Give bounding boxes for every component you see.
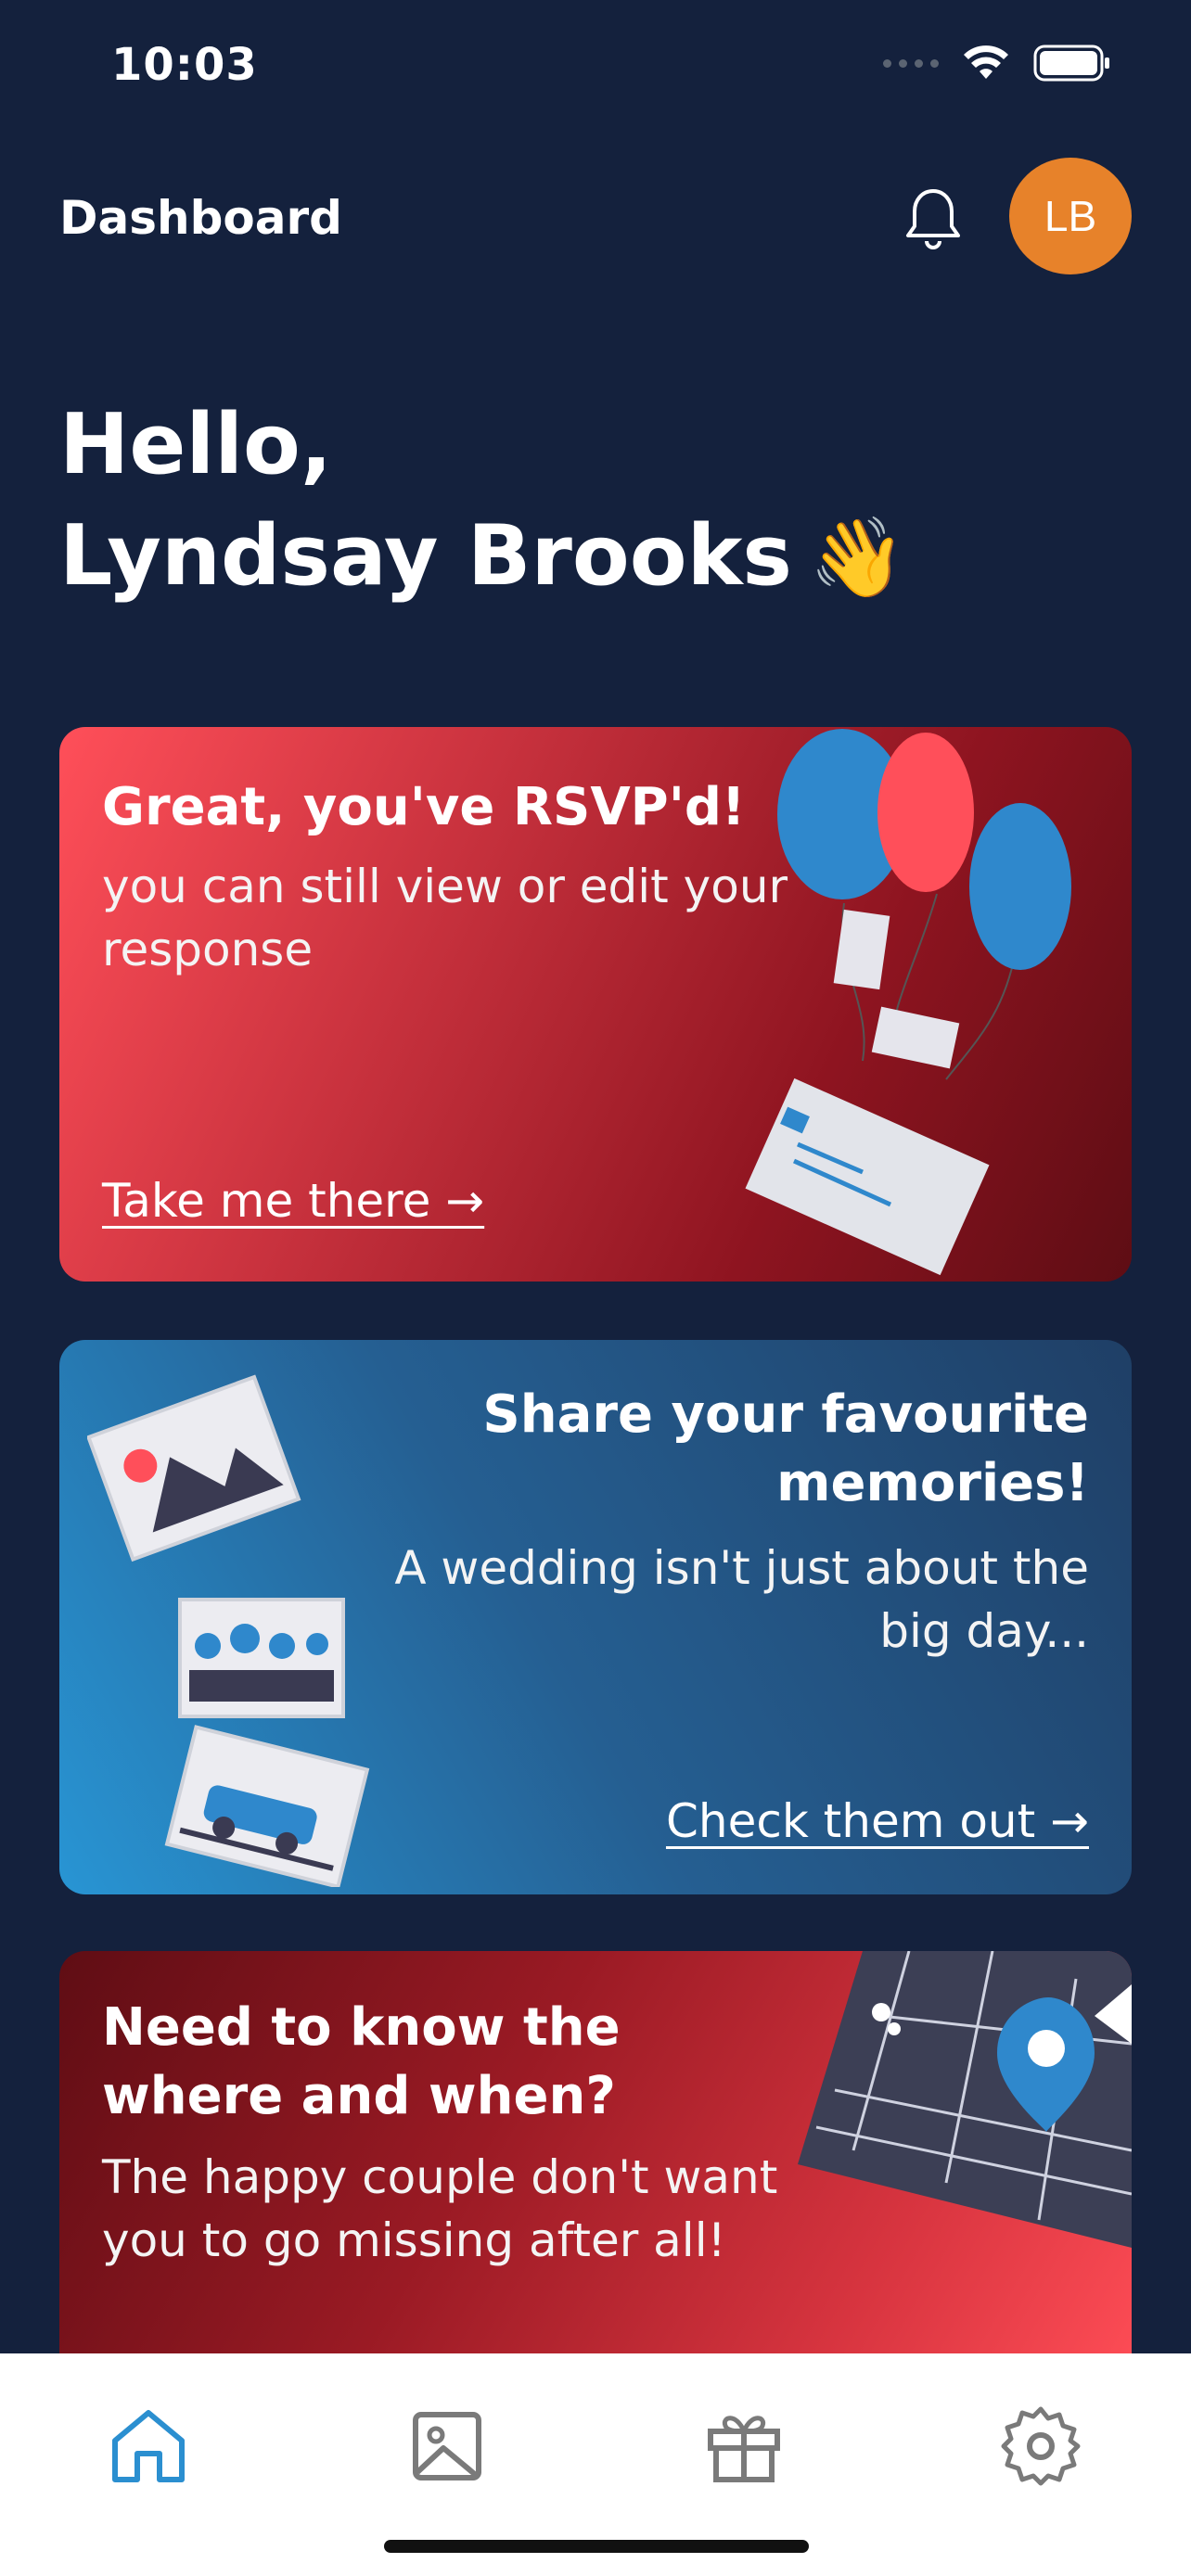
check-them-out-link[interactable]: Check them out → bbox=[666, 1794, 1089, 1848]
status-time: 10:03 bbox=[111, 39, 258, 91]
status-icons bbox=[883, 45, 1111, 82]
map-illustration bbox=[798, 1951, 1132, 2248]
image-icon[interactable] bbox=[403, 2402, 492, 2491]
rsvp-card-title: Great, you've RSVP'd! bbox=[102, 777, 746, 837]
wifi-icon bbox=[964, 45, 1008, 79]
home-indicator bbox=[384, 2540, 809, 2553]
status-bar: 10:03 bbox=[0, 0, 1191, 130]
cellular-signal-icon bbox=[883, 58, 939, 68]
where-when-card[interactable]: Need to know the where and when? The hap… bbox=[59, 1951, 1132, 2396]
memories-card-subtitle: A wedding isn't just about the big day..… bbox=[394, 1541, 1089, 1658]
user-name: Lyndsay Brooks bbox=[59, 507, 793, 605]
memories-card[interactable]: Share your favourite memories! A wedding… bbox=[59, 1340, 1132, 1894]
avatar[interactable]: LB bbox=[1009, 158, 1132, 274]
memories-card-title: Share your favourite memories! bbox=[482, 1384, 1089, 1513]
take-me-there-link[interactable]: Take me there → bbox=[102, 1174, 484, 1228]
notifications-bell-icon[interactable] bbox=[896, 182, 970, 256]
rsvp-card[interactable]: Great, you've RSVP'd! you can still view… bbox=[59, 727, 1132, 1282]
battery-icon bbox=[1033, 45, 1109, 82]
settings-icon[interactable] bbox=[996, 2402, 1085, 2491]
page-title: Dashboard bbox=[59, 191, 342, 245]
greeting-line-2: Lyndsay Brooks 👋 bbox=[59, 501, 906, 613]
waving-hand-emoji: 👋 bbox=[809, 512, 906, 603]
balloons-envelope-illustration bbox=[745, 729, 1071, 1276]
home-icon[interactable] bbox=[104, 2402, 193, 2491]
where-when-card-subtitle: The happy couple don't want you to go mi… bbox=[102, 2150, 778, 2267]
where-when-card-title: Need to know the where and when? bbox=[102, 1997, 621, 2126]
greeting: Hello, Lyndsay Brooks 👋 bbox=[59, 389, 906, 613]
gift-icon[interactable] bbox=[699, 2402, 788, 2491]
greeting-line-1: Hello, bbox=[59, 396, 333, 493]
photos-illustration bbox=[87, 1374, 370, 1887]
